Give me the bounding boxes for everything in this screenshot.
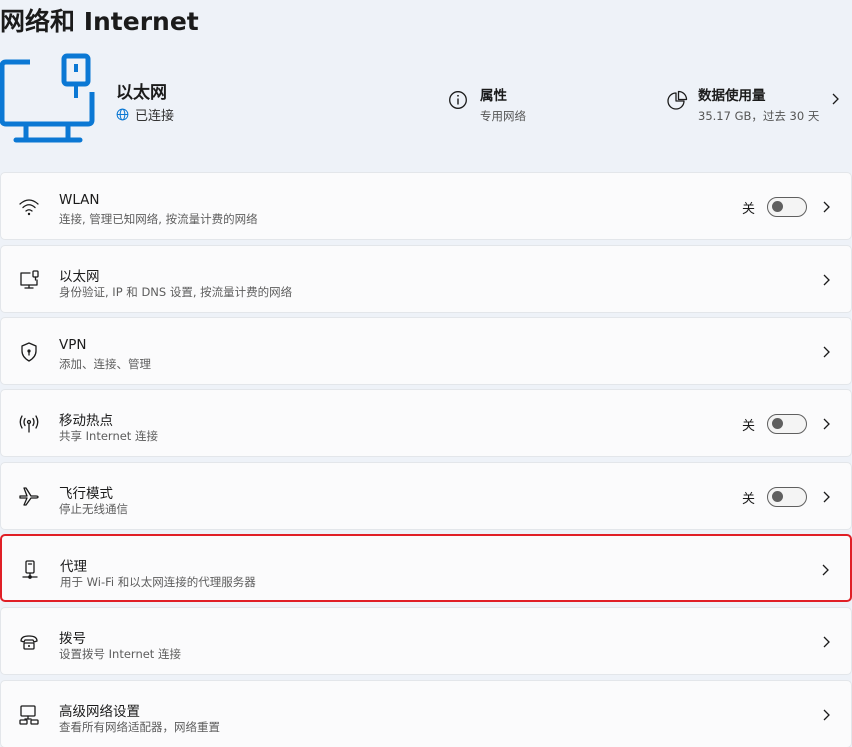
settings-item-6[interactable]: 代理 用于 Wi-Fi 和以太网连接的代理服务器 <box>0 534 852 602</box>
toggle-knob <box>772 491 783 502</box>
chevron-right-icon <box>821 200 831 214</box>
chevron-right-icon <box>821 708 831 722</box>
data-usage-button[interactable]: 数据使用量 35.17 GB，过去 30 天 <box>666 84 819 124</box>
settings-item-title: 代理 <box>60 559 87 575</box>
connection-status: 已连接 <box>116 105 174 124</box>
data-usage-subtitle: 35.17 GB，过去 30 天 <box>698 109 820 123</box>
chevron-right-icon <box>821 345 831 359</box>
settings-item-subtitle: 设置拨号 Internet 连接 <box>59 647 181 661</box>
globe-icon <box>116 108 129 121</box>
info-icon <box>448 90 470 112</box>
toggle-state-label: 关 <box>741 202 755 217</box>
ethernet-icon <box>17 268 41 292</box>
settings-item-title: 拨号 <box>59 631 86 647</box>
settings-item-title: WLAN <box>59 192 100 208</box>
toggle-switch[interactable] <box>767 197 807 217</box>
data-usage-title: 数据使用量 <box>698 88 766 104</box>
chevron-right-icon <box>821 273 831 287</box>
settings-item-title: 移动热点 <box>59 413 113 429</box>
settings-item-subtitle: 查看所有网络适配器，网络重置 <box>59 720 220 734</box>
toggle-state-label: 关 <box>741 419 755 434</box>
connection-status-text: 已连接 <box>135 109 175 124</box>
properties-button[interactable]: 属性 专用网络 <box>448 84 526 124</box>
settings-item-subtitle: 停止无线通信 <box>59 502 128 516</box>
chevron-right-icon <box>821 490 831 504</box>
advanced-network-icon <box>17 703 41 727</box>
toggle-state-label: 关 <box>741 492 755 507</box>
dialup-icon <box>17 630 41 654</box>
ethernet-monitor-icon <box>0 52 96 148</box>
hero-section: 以太网 已连接 属性 专用网络 数据使用量 35.17 GB，过去 30 天 <box>0 48 852 148</box>
connection-name: 以太网 <box>116 83 167 103</box>
settings-item-title: VPN <box>59 337 87 353</box>
chevron-right-icon <box>820 563 830 577</box>
settings-item-5[interactable]: 飞行模式 停止无线通信 关 <box>0 462 852 530</box>
vpn-shield-icon <box>17 340 41 364</box>
airplane-icon <box>17 485 41 509</box>
settings-item-subtitle: 身份验证, IP 和 DNS 设置, 按流量计费的网络 <box>59 285 293 299</box>
chevron-right-icon[interactable] <box>830 92 842 106</box>
chevron-right-icon <box>821 635 831 649</box>
proxy-icon <box>18 558 42 582</box>
settings-item-subtitle: 用于 Wi-Fi 和以太网连接的代理服务器 <box>60 575 256 589</box>
pie-chart-icon <box>666 90 688 112</box>
chevron-right-icon <box>821 417 831 431</box>
toggle-knob <box>772 418 783 429</box>
toggle-switch[interactable] <box>767 487 807 507</box>
settings-item-1[interactable]: WLAN 连接, 管理已知网络, 按流量计费的网络 关 <box>0 172 852 240</box>
settings-item-7[interactable]: 拨号 设置拨号 Internet 连接 <box>0 607 852 675</box>
settings-item-subtitle: 共享 Internet 连接 <box>59 429 158 443</box>
settings-item-2[interactable]: 以太网 身份验证, IP 和 DNS 设置, 按流量计费的网络 <box>0 245 852 313</box>
settings-item-subtitle: 添加、连接、管理 <box>59 357 151 371</box>
page-title: 网络和 Internet <box>0 7 199 36</box>
settings-item-subtitle: 连接, 管理已知网络, 按流量计费的网络 <box>59 212 258 226</box>
settings-item-8[interactable]: 高级网络设置 查看所有网络适配器，网络重置 <box>0 680 852 747</box>
hotspot-icon <box>17 412 41 436</box>
settings-item-3[interactable]: VPN 添加、连接、管理 <box>0 317 852 385</box>
properties-title: 属性 <box>480 88 507 104</box>
toggle-switch[interactable] <box>767 414 807 434</box>
toggle-knob <box>772 201 783 212</box>
settings-item-title: 高级网络设置 <box>59 704 140 720</box>
settings-item-title: 以太网 <box>59 269 100 285</box>
wifi-icon <box>17 195 41 219</box>
settings-item-title: 飞行模式 <box>59 486 113 502</box>
settings-item-4[interactable]: 移动热点 共享 Internet 连接 关 <box>0 389 852 457</box>
properties-subtitle: 专用网络 <box>480 109 526 123</box>
